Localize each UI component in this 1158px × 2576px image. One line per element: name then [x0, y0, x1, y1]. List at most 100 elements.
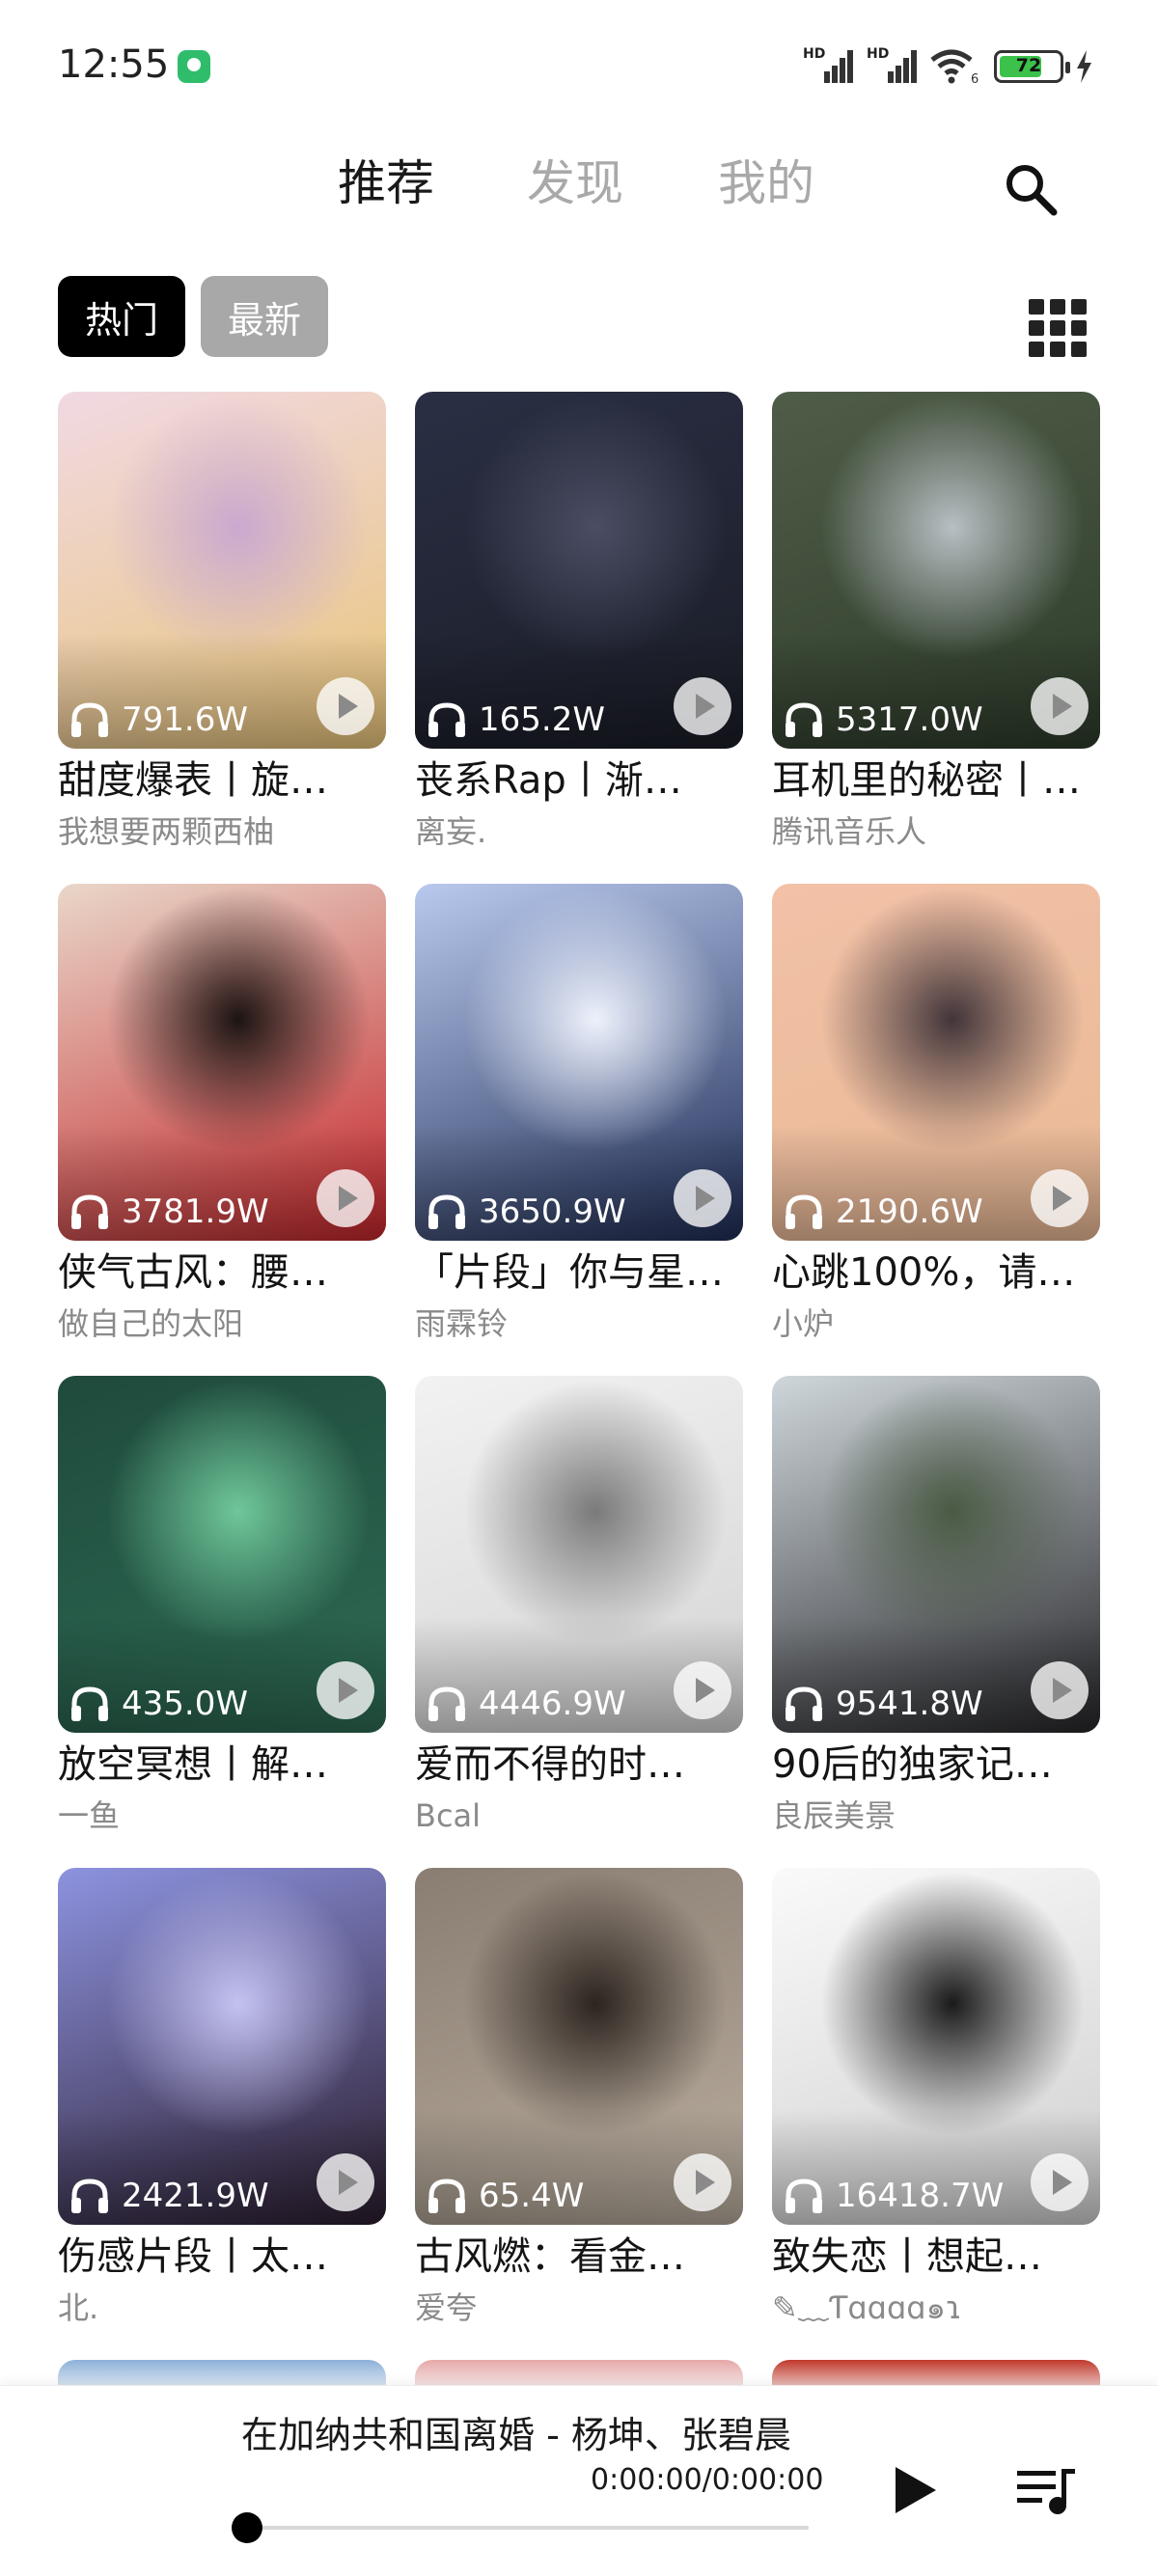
- headphones-icon: [786, 1194, 822, 1229]
- playlist-queue-icon[interactable]: [1015, 2463, 1077, 2517]
- play-button[interactable]: [674, 677, 731, 735]
- playlist-title[interactable]: 甜度爆表丨旋…: [58, 753, 386, 808]
- play-count-text: 2190.6W: [836, 1192, 983, 1231]
- playlist-title[interactable]: 古风燃：看金…: [415, 2229, 743, 2285]
- filter-new-button[interactable]: 最新: [201, 276, 328, 357]
- cellular-signal-icon: HD: [803, 46, 857, 83]
- progress-track[interactable]: [247, 2526, 809, 2530]
- playlist-card[interactable]: 791.6W 甜度爆表丨旋… 我想要两颗西柚: [58, 392, 386, 855]
- playlist-author[interactable]: 良辰美景: [772, 1793, 1100, 1839]
- playlist-title[interactable]: 耳机里的秘密丨…: [772, 753, 1100, 808]
- play-button[interactable]: [1031, 2153, 1089, 2211]
- tab-discover[interactable]: 发现: [527, 145, 623, 214]
- playlist-card[interactable]: 65.4W 古风燃：看金… 爱夸: [415, 1868, 743, 2331]
- play-button[interactable]: [674, 2153, 731, 2211]
- playlist-cover[interactable]: 2190.6W: [772, 884, 1100, 1241]
- playlist-cover[interactable]: 5317.0W: [772, 392, 1100, 749]
- play-button[interactable]: [317, 1169, 374, 1227]
- search-icon[interactable]: [1002, 160, 1060, 218]
- playlist-title[interactable]: 90后的独家记…: [772, 1737, 1100, 1793]
- playlist-card[interactable]: 165.2W 丧系Rap丨渐… 离妄.: [415, 392, 743, 855]
- playlist-title[interactable]: 心跳100%，请…: [772, 1245, 1100, 1301]
- play-count: 3781.9W: [69, 1192, 269, 1231]
- playlist-author[interactable]: 一鱼: [58, 1793, 386, 1839]
- playlist-card[interactable]: 2421.9W 伤感片段丨太… 北.: [58, 1868, 386, 2331]
- play-button[interactable]: [317, 677, 374, 735]
- progress-handle[interactable]: [232, 2512, 262, 2543]
- playlist-author[interactable]: 小炉: [772, 1301, 1100, 1347]
- playlist-title[interactable]: 伤感片段丨太…: [58, 2229, 386, 2285]
- playlist-cover[interactable]: 165.2W: [415, 392, 743, 749]
- play-icon[interactable]: [886, 2461, 944, 2519]
- playlist-title[interactable]: 致失恋丨想起…: [772, 2229, 1100, 2285]
- mini-player[interactable]: 在加纳共和国离婚 - 杨坤、张碧晨 0:00:00/0:00:00: [0, 2385, 1158, 2576]
- headphones-icon: [71, 1686, 108, 1721]
- playlist-card[interactable]: 4446.9W 爱而不得的时… Bcal: [415, 1376, 743, 1839]
- playlist-card[interactable]: 9541.8W 90后的独家记… 良辰美景: [772, 1376, 1100, 1839]
- play-button[interactable]: [317, 2153, 374, 2211]
- playlist-cover[interactable]: 4446.9W: [415, 1376, 743, 1733]
- playlist-card[interactable]: 3781.9W 侠气古风：腰… 做自己的太阳: [58, 884, 386, 1347]
- headphones-icon: [71, 2179, 108, 2213]
- battery-level: 72: [1015, 55, 1042, 76]
- headphones-icon: [428, 1194, 465, 1229]
- playlist-title[interactable]: 侠气古风：腰…: [58, 1245, 386, 1301]
- headphones-icon: [71, 1194, 108, 1229]
- cellular-signal-icon: HD: [867, 46, 921, 83]
- playlist-author[interactable]: ✎﹏Ƭɑɑɑɑ๑ɿ: [772, 2285, 1100, 2331]
- playlist-author[interactable]: 爱夸: [415, 2285, 743, 2331]
- filter-hot-button[interactable]: 热门: [58, 276, 185, 357]
- play-button[interactable]: [674, 1661, 731, 1719]
- play-button[interactable]: [317, 1661, 374, 1719]
- play-button[interactable]: [1031, 1169, 1089, 1227]
- playlist-cover[interactable]: 65.4W: [415, 1868, 743, 2225]
- playlist-author[interactable]: 我想要两颗西柚: [58, 808, 386, 855]
- playlist-card[interactable]: 5317.0W 耳机里的秘密丨… 腾讯音乐人: [772, 392, 1100, 855]
- tab-mine[interactable]: 我的: [718, 145, 814, 214]
- playlist-card[interactable]: 16418.7W 致失恋丨想起… ✎﹏Ƭɑɑɑɑ๑ɿ: [772, 1868, 1100, 2331]
- play-count-text: 4446.9W: [479, 1685, 626, 1723]
- status-time: 12:55: [58, 42, 170, 87]
- now-playing-title[interactable]: 在加纳共和国离婚 - 杨坤、张碧晨: [241, 2405, 791, 2458]
- play-count-text: 435.0W: [122, 1685, 248, 1723]
- play-count-text: 3781.9W: [122, 1192, 269, 1231]
- playlist-cover[interactable]: 3781.9W: [58, 884, 386, 1241]
- playlist-card[interactable]: 435.0W 放空冥想丨解… 一鱼: [58, 1376, 386, 1839]
- top-tab-bar: 推荐 发现 我的: [0, 145, 1158, 222]
- playlist-title[interactable]: 放空冥想丨解…: [58, 1737, 386, 1793]
- playlist-author[interactable]: 做自己的太阳: [58, 1301, 386, 1347]
- wifi-icon: 6: [930, 49, 979, 85]
- playlist-title[interactable]: 「片段」你与星…: [415, 1245, 743, 1301]
- play-count-text: 165.2W: [479, 700, 605, 739]
- tab-recommend[interactable]: 推荐: [338, 145, 434, 214]
- play-count: 2190.6W: [784, 1192, 983, 1231]
- play-count-text: 16418.7W: [836, 2177, 1005, 2215]
- headphones-icon: [786, 702, 822, 737]
- play-count: 3650.9W: [427, 1192, 626, 1231]
- playlist-author[interactable]: 北.: [58, 2285, 386, 2331]
- play-button[interactable]: [1031, 1661, 1089, 1719]
- playlist-card[interactable]: 2190.6W 心跳100%，请… 小炉: [772, 884, 1100, 1347]
- playback-time: 0:00:00/0:00:00: [591, 2463, 824, 2497]
- playlist-title[interactable]: 爱而不得的时…: [415, 1737, 743, 1793]
- playlist-cover[interactable]: 2421.9W: [58, 1868, 386, 2225]
- play-count-text: 791.6W: [122, 700, 248, 739]
- playlist-cover[interactable]: 791.6W: [58, 392, 386, 749]
- play-button[interactable]: [1031, 677, 1089, 735]
- play-count-text: 3650.9W: [479, 1192, 626, 1231]
- grid-view-icon[interactable]: [1029, 299, 1087, 357]
- playlist-author[interactable]: 雨霖铃: [415, 1301, 743, 1347]
- play-button[interactable]: [674, 1169, 731, 1227]
- playlist-cover[interactable]: 435.0W: [58, 1376, 386, 1733]
- status-bar: 12:55 HD HD 6 72: [0, 0, 1158, 125]
- playlist-card[interactable]: 3650.9W 「片段」你与星… 雨霖铃: [415, 884, 743, 1347]
- play-count: 65.4W: [427, 2177, 584, 2215]
- playlist-author[interactable]: 腾讯音乐人: [772, 808, 1100, 855]
- headphones-icon: [786, 2179, 822, 2213]
- playlist-title[interactable]: 丧系Rap丨渐…: [415, 753, 743, 808]
- playlist-author[interactable]: Bcal: [415, 1793, 743, 1839]
- playlist-cover[interactable]: 3650.9W: [415, 884, 743, 1241]
- playlist-cover[interactable]: 9541.8W: [772, 1376, 1100, 1733]
- playlist-author[interactable]: 离妄.: [415, 808, 743, 855]
- playlist-cover[interactable]: 16418.7W: [772, 1868, 1100, 2225]
